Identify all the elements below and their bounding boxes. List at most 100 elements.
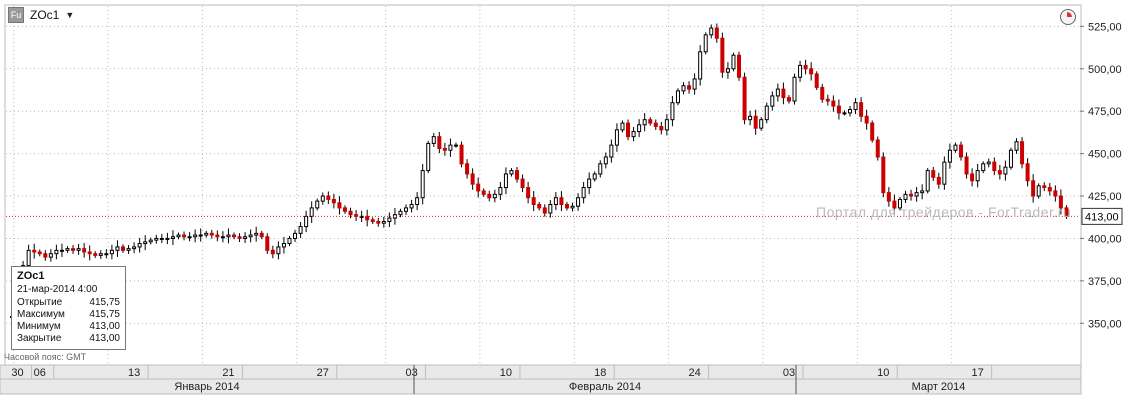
candle-body — [37, 251, 42, 255]
x-tick-label: 30 — [11, 367, 23, 379]
candle-body — [448, 144, 453, 151]
candle-body — [1036, 185, 1041, 197]
candle-body — [32, 249, 37, 253]
candle-body — [925, 170, 930, 192]
candle — [265, 233, 270, 254]
x-tick-label: 18 — [594, 367, 606, 379]
candle-body — [881, 156, 886, 194]
candle-body — [137, 243, 142, 248]
candle-body — [959, 144, 964, 158]
y-tick-label: 375,00 — [1088, 276, 1122, 288]
candle-body — [309, 207, 314, 217]
candle-body — [792, 76, 797, 102]
candle-body — [293, 232, 298, 239]
candle-body — [748, 115, 753, 121]
watermark-text: Портал для трейдеров - ForTrader.ru — [816, 204, 1072, 220]
candle — [626, 119, 631, 141]
candle-body — [642, 119, 647, 126]
candle-body — [698, 51, 703, 80]
info-value: 413,00 — [89, 321, 120, 332]
info-label: Открытие — [17, 297, 63, 308]
candle — [870, 120, 875, 143]
candle — [731, 52, 736, 72]
candle-body — [426, 142, 431, 172]
candle-body — [531, 197, 536, 206]
candle-body — [942, 161, 947, 185]
candle-body — [515, 170, 520, 180]
candle-body — [248, 234, 253, 238]
candle-body — [814, 73, 819, 88]
candle-body — [542, 207, 547, 214]
candle-body — [664, 119, 669, 131]
candle-body — [320, 195, 325, 202]
timezone-label: Часовой пояс: GMT — [4, 352, 87, 362]
candle-body — [481, 190, 486, 195]
time-axis: 30 06 13 21 27 03 10 18 24 03 10 17 Январь 2014 Февра… — [0, 364, 1082, 395]
info-label: Максимум — [17, 309, 65, 320]
candle-body — [93, 253, 98, 256]
candle-body — [670, 102, 675, 121]
candle-body — [437, 136, 442, 150]
symbol-label[interactable]: ZOc1 — [30, 8, 59, 22]
candle-body — [126, 248, 131, 251]
candle-body — [870, 122, 875, 141]
candle-body — [170, 236, 175, 239]
candle — [814, 71, 819, 90]
candle — [764, 102, 769, 124]
candle-body — [786, 97, 791, 102]
candle-body — [687, 85, 692, 90]
candle-body — [215, 234, 220, 238]
candle-body — [603, 156, 608, 165]
info-symbol: ZOc1 — [17, 270, 45, 282]
candle-body — [326, 195, 331, 200]
candle-body — [43, 253, 48, 258]
candle-body — [703, 34, 708, 53]
candle-body — [431, 136, 436, 144]
candle — [881, 152, 886, 198]
candle-body — [614, 129, 619, 146]
candle-body — [470, 173, 475, 185]
candle-body — [104, 253, 109, 256]
y-tick-label: 500,00 — [1088, 64, 1122, 76]
x-day-band — [0, 364, 1082, 380]
candle-body — [848, 108, 853, 114]
candle-body — [842, 112, 847, 115]
candle-body — [725, 68, 730, 73]
y-tick-label: 525,00 — [1088, 21, 1122, 33]
candle-body — [1053, 190, 1058, 197]
candle-body — [992, 161, 997, 172]
info-value: 413,00 — [89, 333, 120, 344]
info-row-close: Закрытие 413,00 — [17, 333, 120, 345]
month-label: Февраль 2014 — [569, 381, 641, 393]
candle-body — [1003, 166, 1008, 175]
candle-body — [920, 190, 925, 194]
candle — [703, 32, 708, 55]
candle-body — [753, 115, 758, 129]
chevron-down-icon[interactable]: ▼ — [65, 10, 74, 20]
info-label: Закрытие — [17, 333, 62, 344]
x-tick-label: 10 — [877, 367, 889, 379]
candle-body — [986, 161, 991, 165]
candle-body — [553, 197, 558, 206]
candle-body — [581, 187, 586, 199]
candle-body — [564, 204, 569, 209]
candle-body — [365, 215, 370, 221]
candle-body — [853, 102, 858, 110]
candle-body — [831, 100, 836, 107]
candle-body — [143, 241, 148, 245]
candle-body — [287, 237, 292, 245]
candle-body — [820, 86, 825, 100]
candle-body — [109, 249, 114, 255]
candle — [675, 88, 680, 106]
candle-body — [659, 125, 664, 131]
candle-body — [54, 249, 59, 255]
candle-body — [115, 246, 120, 251]
candle-body — [148, 239, 153, 243]
candle-body — [576, 197, 581, 207]
clock-icon[interactable] — [1060, 9, 1076, 25]
info-value: 415,75 — [89, 309, 120, 320]
candle — [925, 168, 930, 194]
price-chart[interactable]: 350,00 375,00 400,00 425,00 450,00 475,00 500,… — [0, 0, 1132, 403]
candle-body — [598, 163, 603, 175]
candle-body — [370, 219, 375, 222]
